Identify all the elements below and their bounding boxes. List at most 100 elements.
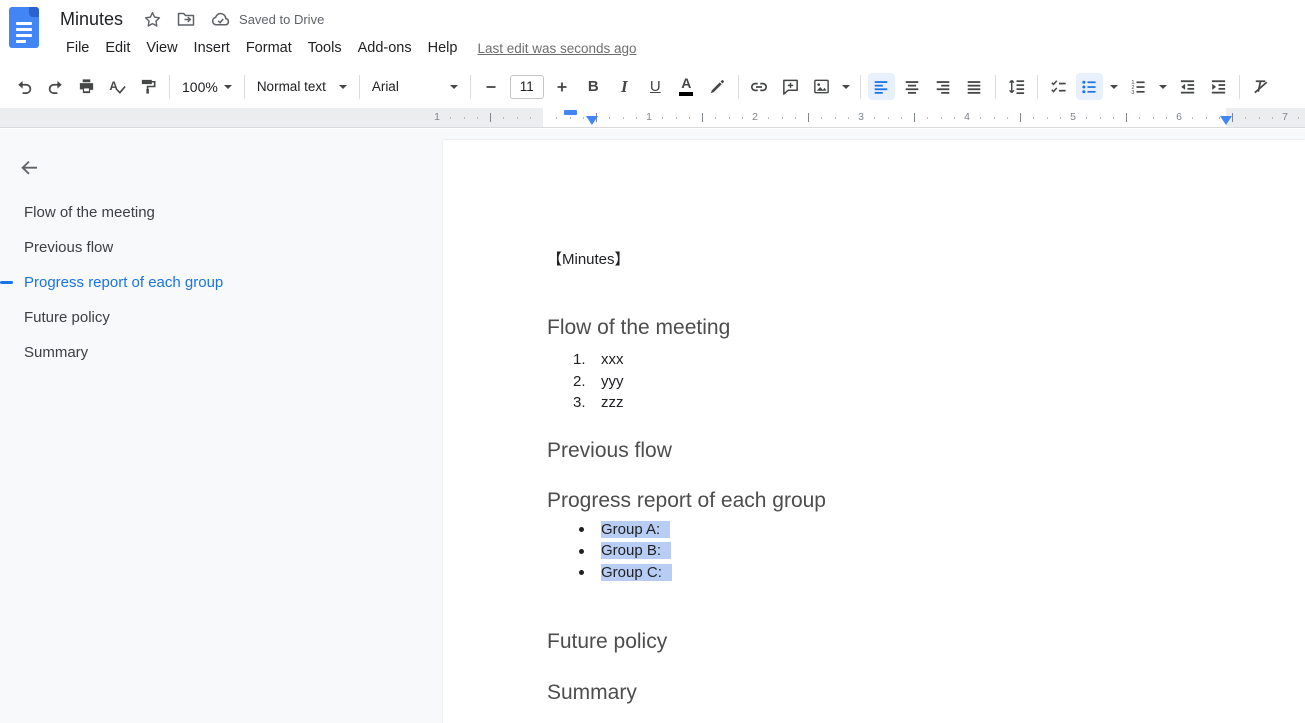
document-title[interactable]: Minutes bbox=[60, 9, 123, 30]
menu-help[interactable]: Help bbox=[420, 37, 466, 59]
last-edit-link[interactable]: Last edit was seconds ago bbox=[477, 41, 636, 56]
increase-indent-button[interactable] bbox=[1205, 73, 1232, 100]
star-icon[interactable] bbox=[141, 8, 163, 30]
menu-format[interactable]: Format bbox=[238, 37, 300, 59]
ruler-tick bbox=[689, 117, 690, 119]
document-outline: Flow of the meeting Previous flow Progre… bbox=[0, 195, 433, 370]
italic-button[interactable]: I bbox=[611, 73, 638, 100]
chevron-down-icon bbox=[450, 85, 458, 89]
list-item[interactable]: 3. zzz bbox=[547, 392, 1305, 414]
font-size-input[interactable]: 11 bbox=[510, 75, 544, 99]
ruler-tick bbox=[702, 113, 703, 122]
outline-item-flow-of-the-meeting[interactable]: Flow of the meeting bbox=[0, 195, 433, 230]
move-folder-icon[interactable] bbox=[175, 8, 197, 30]
clear-formatting-button[interactable] bbox=[1247, 73, 1274, 100]
numbered-list-dropdown[interactable] bbox=[1156, 73, 1170, 100]
bulleted-list-dropdown[interactable] bbox=[1107, 73, 1121, 100]
menu-view[interactable]: View bbox=[138, 37, 185, 59]
chevron-down-icon bbox=[1110, 85, 1118, 89]
paint-format-button[interactable] bbox=[135, 73, 162, 100]
align-left-button[interactable] bbox=[868, 73, 895, 100]
horizontal-ruler[interactable]: 1 1 2 3 4 5 6 7 bbox=[0, 108, 1305, 128]
menu-bar: File Edit View Insert Format Tools Add-o… bbox=[58, 37, 637, 59]
list-item[interactable]: Group B: bbox=[547, 540, 1305, 562]
undo-button[interactable] bbox=[11, 73, 38, 100]
ruler-tick bbox=[676, 117, 677, 119]
first-line-indent-marker[interactable] bbox=[564, 110, 577, 115]
ruler-number: 5 bbox=[1067, 111, 1079, 123]
underline-button[interactable]: U bbox=[642, 73, 669, 100]
redo-button[interactable] bbox=[42, 73, 69, 100]
left-indent-marker[interactable] bbox=[586, 116, 598, 125]
print-button[interactable] bbox=[73, 73, 100, 100]
doc-intro-line[interactable]: 【Minutes】 bbox=[547, 249, 1305, 271]
ruler-tick bbox=[1153, 117, 1154, 119]
insert-link-button[interactable] bbox=[746, 73, 773, 100]
paragraph-style-value: Normal text bbox=[257, 79, 326, 94]
justify-button[interactable] bbox=[961, 73, 988, 100]
doc-heading-previous[interactable]: Previous flow bbox=[547, 438, 1305, 464]
ruler-tick bbox=[927, 117, 928, 119]
ruler-tick bbox=[808, 113, 809, 122]
align-right-button[interactable] bbox=[930, 73, 957, 100]
text-color-button[interactable]: A bbox=[673, 73, 700, 100]
zoom-select[interactable]: 100% bbox=[175, 73, 239, 100]
toolbar-divider bbox=[169, 75, 170, 99]
ruler-number: 7 bbox=[1279, 111, 1291, 123]
outline-item-label: Progress report of each group bbox=[24, 274, 223, 291]
svg-text:3: 3 bbox=[1132, 90, 1135, 96]
list-item[interactable]: Group C: bbox=[547, 562, 1305, 584]
ruler-tick bbox=[1020, 113, 1021, 122]
menu-edit[interactable]: Edit bbox=[97, 37, 138, 59]
ruler-tick bbox=[1007, 117, 1008, 119]
decrease-font-size-button[interactable] bbox=[478, 73, 505, 100]
bold-button[interactable]: B bbox=[580, 73, 607, 100]
checklist-button[interactable] bbox=[1045, 73, 1072, 100]
outline-item-summary[interactable]: Summary bbox=[0, 335, 433, 370]
align-center-button[interactable] bbox=[899, 73, 926, 100]
list-item[interactable]: Group A: bbox=[547, 519, 1305, 541]
doc-heading-future[interactable]: Future policy bbox=[547, 629, 1305, 655]
highlight-color-button[interactable] bbox=[704, 73, 731, 100]
ruler-tick bbox=[570, 117, 571, 119]
ruler-tick bbox=[490, 113, 491, 122]
outline-item-previous-flow[interactable]: Previous flow bbox=[0, 230, 433, 265]
list-item[interactable]: 1. xxx bbox=[547, 349, 1305, 371]
insert-image-button[interactable] bbox=[808, 73, 835, 100]
document-page[interactable]: 【Minutes】 Flow of the meeting 1. xxx 2. … bbox=[443, 140, 1305, 723]
outline-item-label: Future policy bbox=[24, 309, 110, 326]
selected-text: Group A: bbox=[601, 521, 670, 538]
decrease-indent-button[interactable] bbox=[1174, 73, 1201, 100]
menu-tools[interactable]: Tools bbox=[300, 37, 350, 59]
menu-insert[interactable]: Insert bbox=[186, 37, 238, 59]
selected-text: Group C: bbox=[601, 564, 672, 581]
increase-font-size-button[interactable] bbox=[549, 73, 576, 100]
outline-item-future-policy[interactable]: Future policy bbox=[0, 300, 433, 335]
font-family-value: Arial bbox=[372, 79, 399, 94]
saved-status[interactable]: Saved to Drive bbox=[239, 12, 324, 27]
font-family-select[interactable]: Arial bbox=[365, 73, 465, 100]
list-item[interactable]: 2. yyy bbox=[547, 371, 1305, 393]
toolbar: A 100% Normal text Arial 11 B I bbox=[0, 65, 1305, 108]
add-comment-button[interactable] bbox=[777, 73, 804, 100]
menu-file[interactable]: File bbox=[58, 37, 97, 59]
close-outline-button[interactable] bbox=[17, 156, 41, 180]
ruler-tick bbox=[941, 117, 942, 119]
outline-item-progress-report[interactable]: Progress report of each group bbox=[0, 265, 433, 300]
ruler-tick bbox=[782, 117, 783, 119]
toolbar-divider bbox=[860, 75, 861, 99]
insert-image-dropdown[interactable] bbox=[839, 73, 853, 100]
numbered-list-button[interactable]: 123 bbox=[1125, 73, 1152, 100]
bulleted-list-button[interactable] bbox=[1076, 73, 1103, 100]
doc-heading-progress[interactable]: Progress report of each group bbox=[547, 488, 1305, 514]
doc-heading-summary[interactable]: Summary bbox=[547, 680, 1305, 706]
right-indent-marker[interactable] bbox=[1220, 116, 1232, 125]
docs-logo-icon[interactable] bbox=[9, 7, 39, 48]
text-color-swatch bbox=[679, 92, 693, 96]
spell-check-button[interactable]: A bbox=[104, 73, 131, 100]
menu-addons[interactable]: Add-ons bbox=[350, 37, 420, 59]
ruler-tick bbox=[901, 117, 902, 119]
line-spacing-button[interactable] bbox=[1003, 73, 1030, 100]
doc-heading-flow[interactable]: Flow of the meeting bbox=[547, 315, 1305, 341]
paragraph-style-select[interactable]: Normal text bbox=[250, 73, 354, 100]
